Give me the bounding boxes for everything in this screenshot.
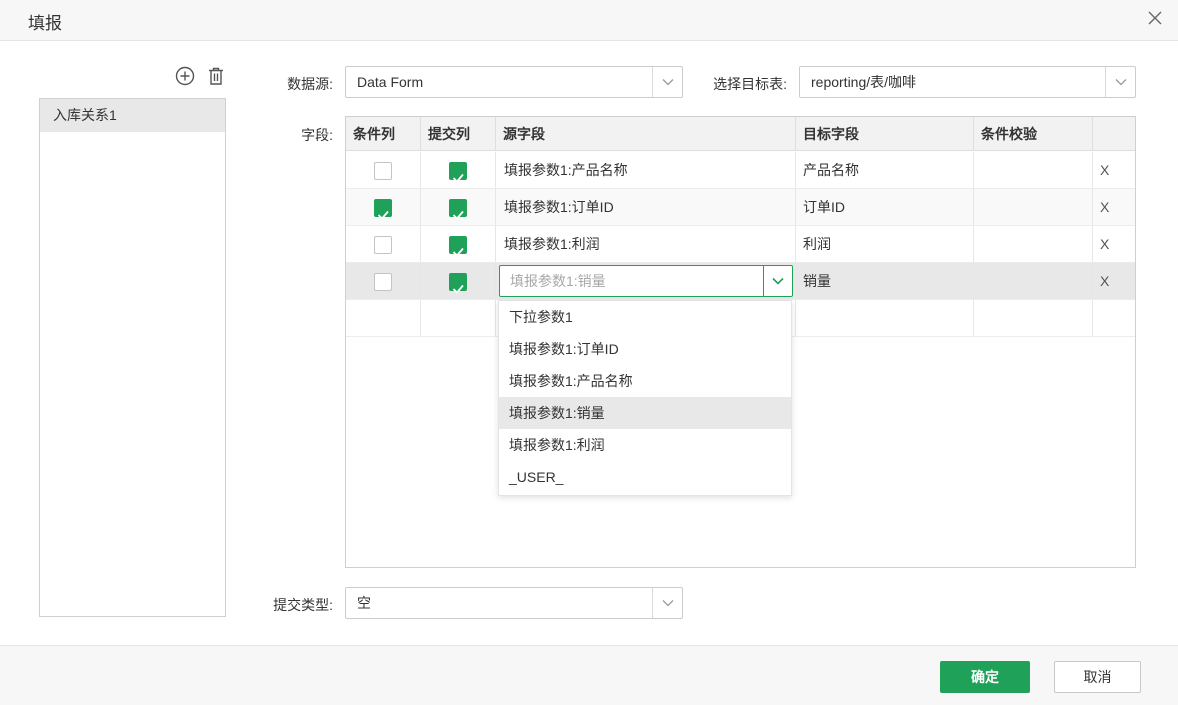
dialog-footer: 确定 取消 (0, 645, 1178, 705)
datasource-label: 数据源: (287, 76, 333, 92)
table-row: 填报参数1:产品名称 产品名称 X (346, 152, 1135, 189)
submit-checkbox[interactable] (449, 236, 467, 257)
table-row: 填报参数1:订单ID 订单ID X (346, 189, 1135, 226)
chevron-down-icon[interactable] (1105, 67, 1135, 97)
submit-checkbox[interactable] (449, 162, 467, 183)
header-action (1093, 117, 1135, 151)
condition-checkbox[interactable] (374, 199, 392, 220)
condition-checkbox[interactable] (374, 273, 392, 291)
dropdown-option[interactable]: 填报参数1:订单ID (499, 333, 791, 365)
target-label: 选择目标表: (713, 76, 787, 92)
table-header: 条件列 提交列 源字段 目标字段 条件校验 (346, 117, 1135, 151)
dialog-title: 填报 (28, 14, 62, 33)
condition-checkbox[interactable] (374, 162, 392, 180)
condition-check-cell[interactable] (974, 226, 1093, 262)
header-target: 目标字段 (796, 117, 974, 151)
header-condition: 条件列 (346, 117, 421, 151)
source-field-combobox[interactable] (499, 265, 793, 297)
add-relation-icon[interactable] (175, 66, 195, 86)
table-row-active: 销量 X (346, 263, 1135, 300)
condition-check-cell[interactable] (974, 263, 1093, 299)
delete-row-button[interactable]: X (1100, 189, 1109, 226)
relation-item[interactable]: 入库关系1 (40, 99, 225, 132)
header-check: 条件校验 (974, 117, 1093, 151)
dialog-header: 填报 (0, 0, 1178, 41)
confirm-button[interactable]: 确定 (940, 661, 1030, 693)
datasource-select[interactable]: Data Form (345, 66, 683, 98)
source-field[interactable]: 填报参数1:产品名称 (496, 152, 796, 188)
delete-row-button[interactable]: X (1100, 263, 1109, 300)
datasource-value: Data Form (357, 74, 424, 90)
cancel-button[interactable]: 取消 (1054, 661, 1141, 693)
chevron-down-icon[interactable] (652, 588, 682, 618)
chevron-down-icon[interactable] (652, 67, 682, 97)
submit-type-select[interactable]: 空 (345, 587, 683, 619)
submit-checkbox[interactable] (449, 273, 467, 294)
close-icon[interactable] (1146, 9, 1164, 27)
source-field[interactable]: 填报参数1:订单ID (496, 189, 796, 225)
dropdown-option[interactable]: 填报参数1:利润 (499, 429, 791, 461)
target-select[interactable]: reporting/表/咖啡 (799, 66, 1136, 98)
target-field: 销量 (796, 263, 974, 299)
submit-checkbox[interactable] (449, 199, 467, 220)
dropdown-option[interactable]: 填报参数1:产品名称 (499, 365, 791, 397)
relation-list: 入库关系1 (39, 98, 226, 617)
submit-type-label: 提交类型: (273, 597, 333, 613)
source-field[interactable]: 填报参数1:利润 (496, 226, 796, 262)
target-field: 产品名称 (796, 152, 974, 188)
delete-row-button[interactable]: X (1100, 226, 1109, 263)
target-field: 利润 (796, 226, 974, 262)
source-field-input[interactable] (501, 267, 763, 295)
target-value: reporting/表/咖啡 (811, 74, 917, 90)
fields-label: 字段: (301, 127, 333, 143)
target-field: 订单ID (796, 189, 974, 225)
header-source: 源字段 (496, 117, 796, 151)
delete-relation-icon[interactable] (206, 66, 226, 86)
chevron-down-icon[interactable] (763, 266, 792, 296)
dropdown-option[interactable]: 下拉参数1 (499, 301, 791, 333)
dropdown-option-selected[interactable]: 填报参数1:销量 (499, 397, 791, 429)
dropdown-option[interactable]: _USER_ (499, 461, 791, 493)
condition-check-cell[interactable] (974, 152, 1093, 188)
table-row: 填报参数1:利润 利润 X (346, 226, 1135, 263)
submit-type-value: 空 (357, 595, 371, 611)
condition-checkbox[interactable] (374, 236, 392, 254)
header-submit: 提交列 (421, 117, 496, 151)
delete-row-button[interactable]: X (1100, 152, 1109, 189)
source-field-dropdown: 下拉参数1 填报参数1:订单ID 填报参数1:产品名称 填报参数1:销量 填报参… (498, 300, 792, 496)
condition-check-cell[interactable] (974, 189, 1093, 225)
